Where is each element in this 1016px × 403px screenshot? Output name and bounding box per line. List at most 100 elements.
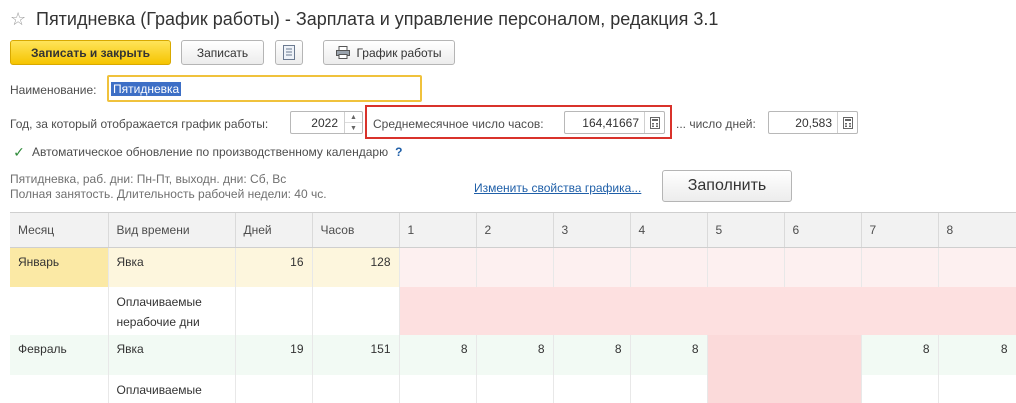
spin-down-icon[interactable]: ▼ <box>345 123 362 133</box>
day-cell[interactable] <box>399 375 477 403</box>
month-cell[interactable]: Февраль <box>10 335 109 375</box>
day-cell[interactable] <box>707 375 785 403</box>
save-and-close-button[interactable]: Записать и закрыть <box>10 40 171 65</box>
hours-cell[interactable] <box>312 287 400 335</box>
table-row[interactable]: Оплачиваемые нерабочие дни <box>10 287 1016 335</box>
name-field[interactable]: Пятидневка <box>107 75 422 102</box>
table-row[interactable]: Февраль Явка 19 151 8 8 8 8 8 8 <box>10 335 1016 375</box>
column-header-day-3[interactable]: 3 <box>553 213 631 248</box>
day-cell[interactable] <box>861 287 939 335</box>
schedule-info-line-2: Полная занятость. Длительность рабочей н… <box>10 187 327 201</box>
day-cell[interactable] <box>630 287 708 335</box>
year-spinner[interactable]: ▲ ▼ <box>344 112 362 133</box>
auto-update-row: ✓ Автоматическое обновление по производс… <box>12 144 402 160</box>
time-kind-cell[interactable]: Явка <box>108 335 236 375</box>
table-row[interactable]: Январь Явка 16 128 <box>10 247 1016 287</box>
avg-days-field[interactable]: 20,583 <box>768 111 858 134</box>
day-cell[interactable]: 8 <box>399 335 477 375</box>
avg-hours-value: 164,41667 <box>582 115 639 130</box>
print-schedule-label: График работы <box>356 45 442 60</box>
title-bar: ☆ Пятидневка (График работы) - Зарплата … <box>10 6 718 32</box>
days-cell[interactable] <box>235 287 313 335</box>
day-cell[interactable] <box>630 247 708 287</box>
day-cell[interactable] <box>476 375 554 403</box>
calculator-icon[interactable] <box>644 112 664 133</box>
day-cell[interactable] <box>784 375 862 403</box>
schedule-grid: Месяц Вид времени Дней Часов 1 2 3 4 5 6… <box>10 212 1016 403</box>
year-field[interactable]: 2022 ▲ ▼ <box>290 111 363 134</box>
avg-hours-field[interactable]: 164,41667 <box>564 111 665 134</box>
column-header-month[interactable]: Месяц <box>10 213 109 248</box>
day-cell[interactable] <box>476 287 554 335</box>
month-cell[interactable]: Январь <box>10 247 109 287</box>
day-cell[interactable] <box>707 287 785 335</box>
schedule-info-line-1: Пятидневка, раб. дни: Пн-Пт, выходн. дни… <box>10 172 287 186</box>
day-cell[interactable] <box>707 247 785 287</box>
day-cell[interactable] <box>476 247 554 287</box>
list-icon <box>283 45 295 60</box>
save-button[interactable]: Записать <box>181 40 264 65</box>
column-header-day-2[interactable]: 2 <box>476 213 554 248</box>
month-cell[interactable] <box>10 375 109 403</box>
favorite-star-icon[interactable]: ☆ <box>10 9 32 30</box>
column-header-day-1[interactable]: 1 <box>399 213 477 248</box>
day-cell[interactable] <box>861 247 939 287</box>
day-cell[interactable] <box>938 247 1016 287</box>
column-header-day-6[interactable]: 6 <box>784 213 862 248</box>
day-cell[interactable]: 8 <box>476 335 554 375</box>
hours-cell[interactable] <box>312 375 400 403</box>
day-cell[interactable] <box>784 287 862 335</box>
day-cell[interactable] <box>784 247 862 287</box>
hours-cell[interactable]: 128 <box>312 247 400 287</box>
spin-up-icon[interactable]: ▲ <box>345 112 362 123</box>
days-cell[interactable]: 19 <box>235 335 313 375</box>
hours-cell[interactable]: 151 <box>312 335 400 375</box>
column-header-day-8[interactable]: 8 <box>938 213 1016 248</box>
time-kind-cell[interactable]: Оплачиваемые <box>108 375 236 403</box>
day-cell[interactable] <box>861 375 939 403</box>
window-title: Пятидневка (График работы) - Зарплата и … <box>36 8 719 29</box>
days-cell[interactable]: 16 <box>235 247 313 287</box>
printer-icon <box>336 46 351 59</box>
day-cell[interactable] <box>399 247 477 287</box>
day-cell[interactable] <box>553 287 631 335</box>
name-label: Наименование: <box>10 83 97 97</box>
calculator-icon[interactable] <box>837 112 857 133</box>
day-cell[interactable]: 8 <box>553 335 631 375</box>
help-icon[interactable]: ? <box>395 145 402 159</box>
column-header-day-4[interactable]: 4 <box>630 213 708 248</box>
list-button[interactable] <box>275 40 303 65</box>
auto-update-label: Автоматическое обновление по производств… <box>32 145 389 159</box>
day-cell[interactable]: 8 <box>938 335 1016 375</box>
day-cell[interactable] <box>630 375 708 403</box>
day-cell[interactable] <box>938 287 1016 335</box>
days-cell[interactable] <box>235 375 313 403</box>
day-cell[interactable] <box>707 335 785 375</box>
avg-days-label: ... число дней: <box>676 117 756 131</box>
column-header-day-5[interactable]: 5 <box>707 213 785 248</box>
time-kind-cell[interactable]: Явка <box>108 247 236 287</box>
table-row[interactable]: Оплачиваемые <box>10 375 1016 403</box>
auto-update-checkbox[interactable]: ✓ <box>12 144 26 160</box>
column-header-days[interactable]: Дней <box>235 213 313 248</box>
day-cell[interactable] <box>553 247 631 287</box>
column-header-hours[interactable]: Часов <box>312 213 400 248</box>
day-cell[interactable] <box>553 375 631 403</box>
day-cell[interactable] <box>784 335 862 375</box>
avg-hours-label: Среднемесячное число часов: <box>373 117 544 131</box>
day-cell[interactable] <box>399 287 477 335</box>
name-value: Пятидневка <box>111 81 182 96</box>
day-cell[interactable]: 8 <box>630 335 708 375</box>
toolbar: Записать и закрыть Записать График работ… <box>10 40 455 65</box>
fill-button[interactable]: Заполнить <box>662 170 792 202</box>
day-cell[interactable] <box>938 375 1016 403</box>
column-header-day-7[interactable]: 7 <box>861 213 939 248</box>
change-properties-link[interactable]: Изменить свойства графика... <box>474 181 641 195</box>
print-schedule-button[interactable]: График работы <box>323 40 455 65</box>
grid-header-row: Месяц Вид времени Дней Часов 1 2 3 4 5 6… <box>10 213 1016 248</box>
month-cell[interactable] <box>10 287 109 335</box>
column-header-time-kind[interactable]: Вид времени <box>108 213 236 248</box>
year-label: Год, за который отображается график рабо… <box>10 117 269 131</box>
time-kind-cell[interactable]: Оплачиваемые нерабочие дни <box>108 287 236 335</box>
day-cell[interactable]: 8 <box>861 335 939 375</box>
